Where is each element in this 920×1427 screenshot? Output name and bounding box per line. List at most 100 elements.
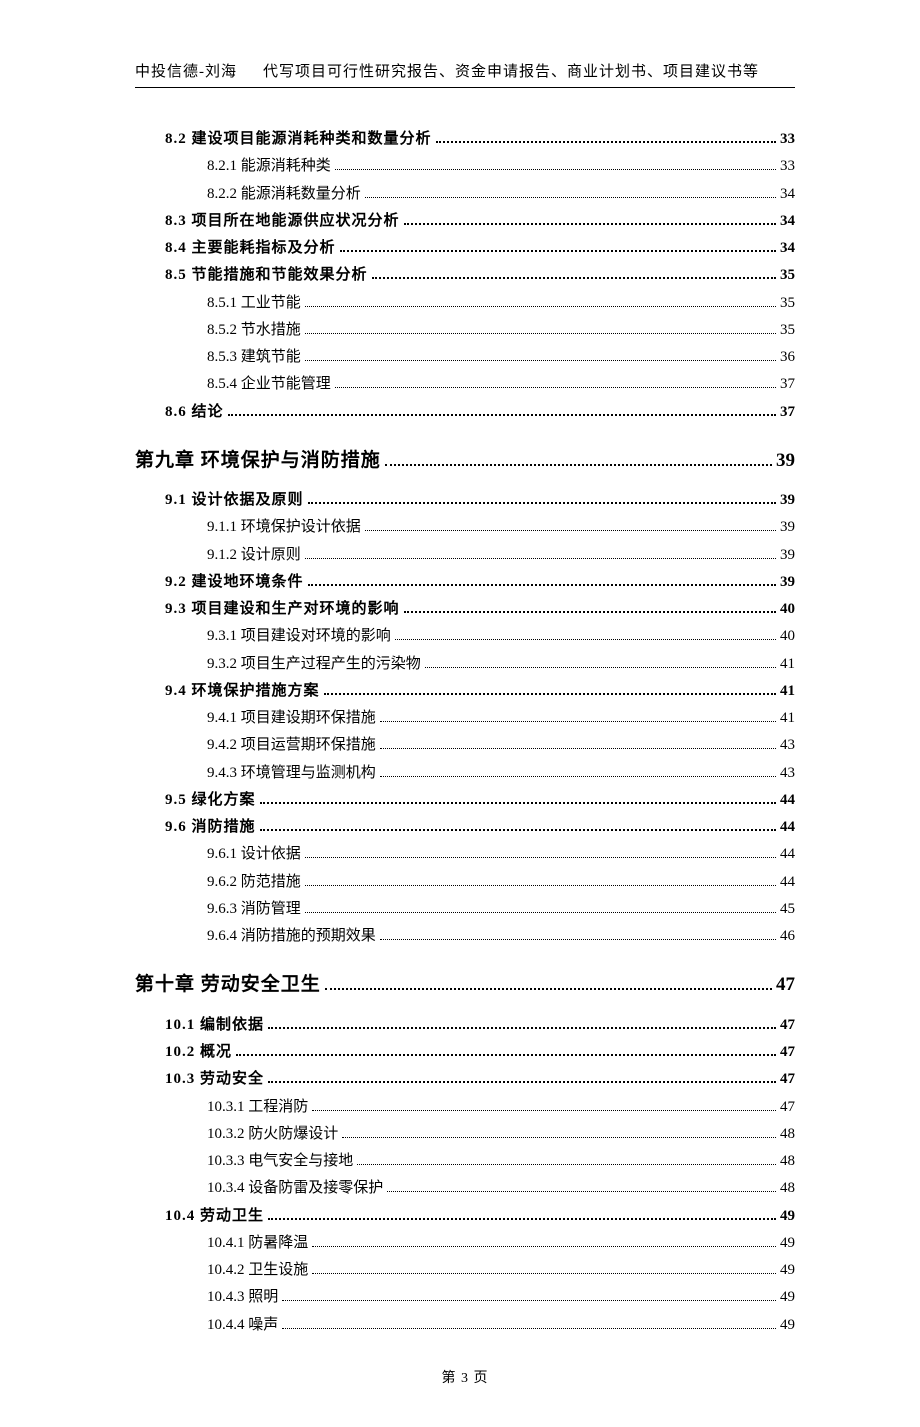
toc-entry: 9.4 环境保护措施方案 41	[165, 680, 795, 703]
toc-page: 35	[780, 292, 795, 315]
toc-label: 10.3.3 电气安全与接地	[207, 1150, 353, 1173]
toc-page: 47	[780, 1068, 795, 1091]
toc-label: 8.2.1 能源消耗种类	[207, 155, 331, 178]
toc-label: 9.4 环境保护措施方案	[165, 680, 320, 703]
toc-label: 8.5 节能措施和节能效果分析	[165, 264, 368, 287]
toc-page: 47	[780, 1096, 795, 1119]
toc-leader	[404, 604, 776, 614]
toc-leader	[228, 406, 776, 416]
toc-leader	[312, 1266, 776, 1275]
toc-entry: 9.6.1 设计依据44	[207, 843, 795, 866]
document-page: { "header": { "left": "中投信德-刘海", "right"…	[0, 0, 920, 1427]
toc-leader	[305, 550, 776, 559]
toc-leader	[380, 768, 776, 777]
toc-entry: 8.2 建设项目能源消耗种类和数量分析33	[165, 128, 795, 151]
toc-entry: 8.5.3 建筑节能36	[207, 346, 795, 369]
toc-page: 33	[780, 128, 795, 151]
toc-leader	[305, 850, 776, 859]
toc-page: 37	[780, 373, 795, 396]
toc-page: 47	[780, 1041, 795, 1064]
toc-page: 39	[776, 446, 795, 475]
toc-page: 37	[780, 401, 795, 424]
toc-label: 9.4.1 项目建设期环保措施	[207, 707, 376, 730]
toc-leader	[260, 822, 776, 832]
toc-label: 9.1.2 设计原则	[207, 544, 301, 567]
toc-entry: 8.2.1 能源消耗种类 33	[207, 155, 795, 178]
toc-entry: 10.1 编制依据47	[165, 1014, 795, 1037]
toc-leader	[305, 353, 776, 362]
toc-leader	[308, 495, 776, 505]
toc-entry: 8.5.1 工业节能 35	[207, 292, 795, 315]
toc-entry: 8.5.4 企业节能管理37	[207, 373, 795, 396]
toc-entry: 9.1.1 环境保护设计依据39	[207, 516, 795, 539]
toc-entry: 9.4.3 环境管理与监测机构43	[207, 762, 795, 785]
toc-page: 49	[780, 1314, 795, 1337]
toc-page: 48	[780, 1123, 795, 1146]
toc-entry: 10.4.1 防暑降温49	[207, 1232, 795, 1255]
toc-leader	[325, 979, 772, 991]
toc-entry: 9.6 消防措施44	[165, 816, 795, 839]
toc-page: 47	[776, 970, 795, 999]
toc-leader	[282, 1320, 776, 1329]
page-footer: 第 3 页	[135, 1367, 795, 1387]
toc-entry: 8.2.2 能源消耗数量分析34	[207, 183, 795, 206]
toc-leader	[335, 162, 776, 171]
toc-label: 9.3 项目建设和生产对环境的影响	[165, 598, 400, 621]
toc-label: 第十章 劳动安全卫生	[135, 970, 321, 999]
toc-leader	[365, 189, 776, 198]
toc-entry: 第十章 劳动安全卫生 47	[135, 970, 795, 999]
toc-leader	[425, 659, 776, 668]
toc-entry: 9.2 建设地环境条件39	[165, 571, 795, 594]
toc-label: 8.5.2 节水措施	[207, 319, 301, 342]
toc-entry: 8.5 节能措施和节能效果分析 35	[165, 264, 795, 287]
toc-page: 45	[780, 898, 795, 921]
header-right: 代写项目可行性研究报告、资金申请报告、商业计划书、项目建议书等	[263, 64, 759, 80]
toc-leader	[380, 714, 776, 723]
toc-leader	[260, 794, 776, 804]
toc-page: 41	[780, 680, 795, 703]
toc-leader	[282, 1293, 776, 1302]
toc-page: 39	[780, 571, 795, 594]
toc-entry: 10.3.4 设备防雷及接零保护48	[207, 1177, 795, 1200]
toc-label: 8.5.1 工业节能	[207, 292, 301, 315]
toc-leader	[380, 932, 776, 941]
toc-label: 8.6 结论	[165, 401, 224, 424]
toc-leader	[385, 454, 772, 466]
toc-leader	[305, 877, 776, 886]
toc-label: 第九章 环境保护与消防措施	[135, 446, 381, 475]
toc-label: 10.4.1 防暑降温	[207, 1232, 308, 1255]
page-header: 中投信德-刘海代写项目可行性研究报告、资金申请报告、商业计划书、项目建议书等	[135, 60, 795, 88]
toc-leader	[395, 632, 776, 641]
toc-page: 40	[780, 625, 795, 648]
toc-page: 49	[780, 1205, 795, 1228]
toc-page: 35	[780, 264, 795, 287]
toc-entry: 8.5.2 节水措施35	[207, 319, 795, 342]
toc-leader	[312, 1238, 776, 1247]
toc-page: 47	[780, 1014, 795, 1037]
toc-leader	[305, 298, 776, 307]
toc-page: 36	[780, 346, 795, 369]
toc-label: 9.6.3 消防管理	[207, 898, 301, 921]
toc-page: 49	[780, 1286, 795, 1309]
toc-entry: 9.4.2 项目运营期环保措施43	[207, 734, 795, 757]
toc-page: 48	[780, 1150, 795, 1173]
toc-leader	[372, 270, 776, 280]
toc-page: 34	[780, 237, 795, 260]
toc-leader	[404, 215, 776, 225]
toc-entry: 9.3.2 项目生产过程产生的污染物41	[207, 653, 795, 676]
toc-entry: 9.1 设计依据及原则 39	[165, 489, 795, 512]
toc-label: 9.1 设计依据及原则	[165, 489, 304, 512]
toc-page: 44	[780, 789, 795, 812]
toc-entry: 10.3.2 防火防爆设计48	[207, 1123, 795, 1146]
toc-entry: 8.6 结论 37	[165, 401, 795, 424]
toc-leader	[312, 1102, 776, 1111]
toc-entry: 9.3 项目建设和生产对环境的影响40	[165, 598, 795, 621]
toc-page: 33	[780, 155, 795, 178]
toc-page: 39	[780, 489, 795, 512]
toc-entry: 10.4 劳动卫生49	[165, 1205, 795, 1228]
toc-label: 10.2 概况	[165, 1041, 232, 1064]
toc-entry: 9.6.2 防范措施44	[207, 871, 795, 894]
toc-label: 9.3.2 项目生产过程产生的污染物	[207, 653, 421, 676]
toc-page: 43	[780, 734, 795, 757]
toc-label: 10.4.2 卫生设施	[207, 1259, 308, 1282]
